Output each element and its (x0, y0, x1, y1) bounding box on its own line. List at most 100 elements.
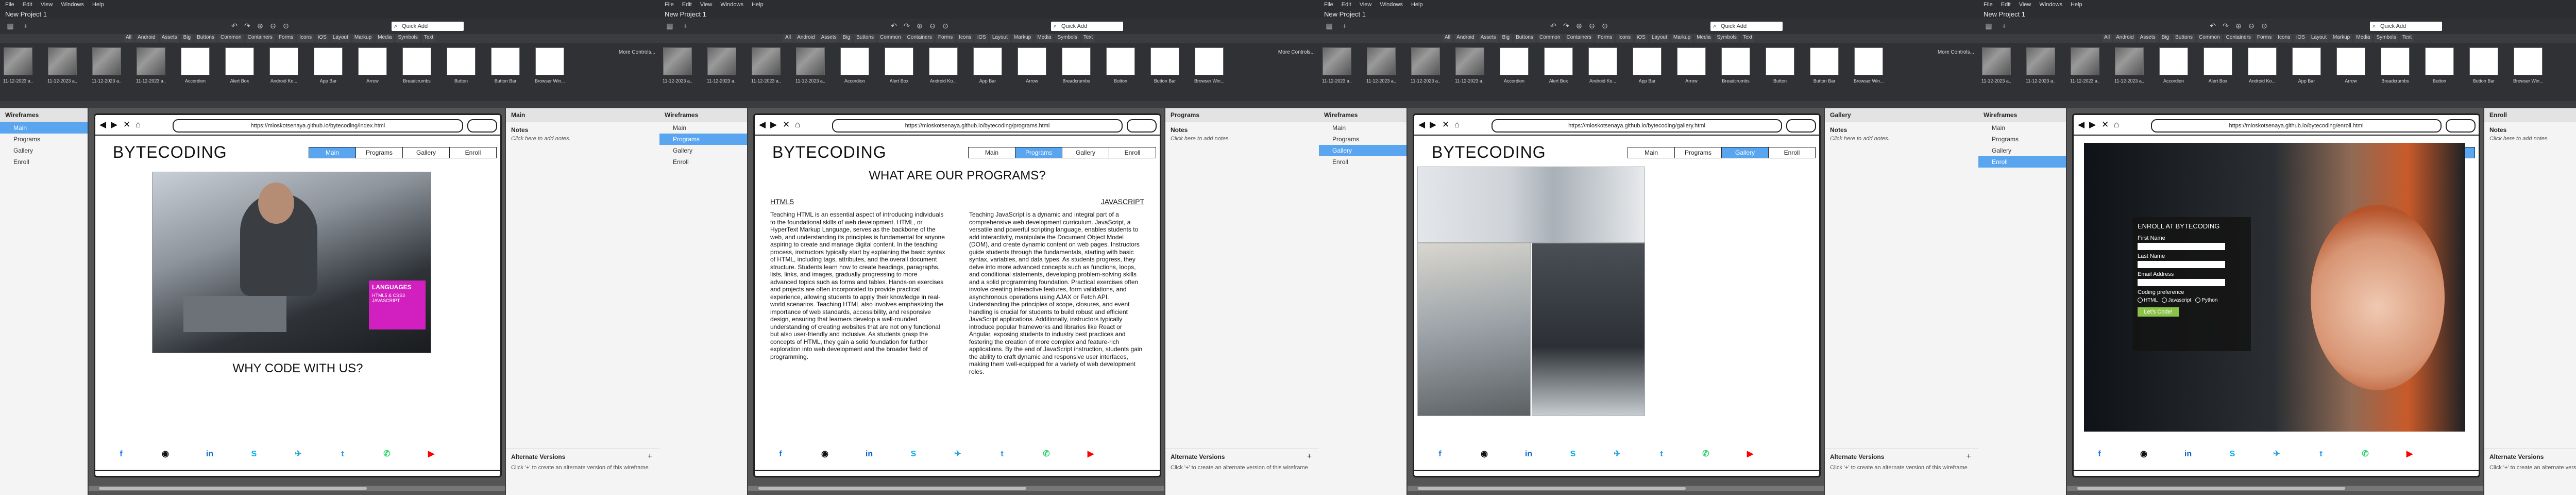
zoom-out-icon[interactable]: ⊖ (1587, 21, 1597, 31)
component-item[interactable]: 11-12-2023 a... (2114, 47, 2144, 89)
whatsapp-icon[interactable]: ✆ (382, 449, 392, 459)
back-icon[interactable]: ◀ (1418, 120, 1425, 130)
library-tab[interactable]: Media (376, 34, 394, 42)
wireframe-item-enroll[interactable]: Enroll (1978, 156, 2066, 168)
library-tab[interactable]: Assets (819, 34, 839, 42)
library-tab[interactable]: Text (1740, 34, 1755, 42)
wireframe-item-programs[interactable]: Programs (1319, 134, 1406, 145)
wireframe-item-enroll[interactable]: Enroll (659, 156, 747, 168)
menu-view[interactable]: View (41, 0, 53, 9)
wireframe-item-gallery[interactable]: Gallery (1978, 145, 2066, 156)
library-tab[interactable]: Android (135, 34, 158, 42)
notes-field[interactable]: Click here to add notes. (1165, 136, 1319, 142)
wireframe-item-enroll[interactable]: Enroll (1319, 156, 1406, 168)
library-tab[interactable]: Containers (905, 34, 934, 42)
menu-view[interactable]: View (2019, 0, 2031, 9)
zoom-in-icon[interactable]: ⊕ (1574, 21, 1584, 31)
more-controls-link[interactable]: More Controls... (1938, 50, 1974, 55)
radio-button[interactable] (2162, 298, 2167, 303)
library-tab[interactable]: Big (1500, 34, 1512, 42)
component-item[interactable]: Accordion (2159, 47, 2189, 89)
component-item[interactable]: Breadcrumbs (1061, 47, 1091, 89)
browser-search-field[interactable] (2446, 119, 2476, 133)
more-controls-link[interactable]: More Controls... (1278, 50, 1315, 55)
grid-icon[interactable]: ▦ (5, 21, 15, 31)
redo-icon[interactable]: ↷ (2221, 21, 2231, 31)
library-tab[interactable]: Icons (1616, 34, 1633, 42)
home-icon[interactable]: ⌂ (2114, 120, 2119, 130)
tab-programs[interactable]: Programs (1675, 147, 1722, 158)
close-icon[interactable]: ✕ (1442, 120, 1449, 130)
email-input[interactable] (2138, 279, 2225, 286)
library-tab[interactable]: Containers (2224, 34, 2253, 42)
library-tab[interactable]: Symbols (1055, 34, 1079, 42)
zoom-out-icon[interactable]: ⊖ (927, 21, 938, 31)
github-icon[interactable]: ◉ (2139, 449, 2149, 459)
component-item[interactable]: Breadcrumbs (402, 47, 432, 89)
component-item[interactable]: Button (1765, 47, 1795, 89)
library-tab[interactable]: All (1443, 34, 1453, 42)
url-field[interactable]: https://mioskotsenaya.github.io/bytecodi… (2151, 119, 2442, 133)
menu-file[interactable]: File (1324, 0, 1333, 9)
library-tab[interactable]: Markup (1671, 34, 1693, 42)
library-tab[interactable]: Containers (245, 34, 275, 42)
wireframe-item-gallery[interactable]: Gallery (1319, 145, 1406, 156)
add-icon[interactable]: + (1999, 21, 2009, 31)
library-tab[interactable]: Text (421, 34, 436, 42)
component-item[interactable]: 11-12-2023 a... (1411, 47, 1440, 89)
tab-gallery[interactable]: Gallery (1062, 147, 1109, 158)
wireframe-item-programs[interactable]: Programs (659, 134, 747, 145)
quick-add-input[interactable]: ⌕ Quick Add (1710, 22, 1783, 31)
wireframe-item-main[interactable]: Main (659, 122, 747, 134)
component-item[interactable]: Arrow (1676, 47, 1706, 89)
notes-field[interactable]: Click here to add notes. (506, 136, 659, 142)
telegram-icon[interactable]: ✈ (293, 449, 303, 459)
component-item[interactable]: 11-12-2023 a... (1366, 47, 1396, 89)
component-item[interactable]: 11-12-2023 a... (3, 47, 33, 89)
library-tab[interactable]: Icons (2276, 34, 2293, 42)
component-item[interactable]: Accordion (840, 47, 870, 89)
url-field[interactable]: https://mioskotsenaya.github.io/bytecodi… (1492, 119, 1782, 133)
library-tab[interactable]: Media (1694, 34, 1713, 42)
component-item[interactable]: Alert Box (1544, 47, 1573, 89)
component-item[interactable]: Button Bar (2469, 47, 2499, 89)
component-item[interactable]: 11-12-2023 a... (2070, 47, 2100, 89)
github-icon[interactable]: ◉ (160, 449, 171, 459)
menu-help[interactable]: Help (92, 0, 104, 9)
component-item[interactable]: Android Ko... (2247, 47, 2277, 89)
library-tab[interactable]: Common (218, 34, 244, 42)
menu-edit[interactable]: Edit (1342, 0, 1351, 9)
linkedin-icon[interactable]: in (1523, 449, 1534, 459)
library-tab[interactable]: Buttons (195, 34, 216, 42)
library-tab[interactable]: All (124, 34, 134, 42)
component-item[interactable]: Browser Win... (1194, 47, 1224, 89)
skype-icon[interactable]: S (1568, 449, 1578, 459)
whatsapp-icon[interactable]: ✆ (2360, 449, 2370, 459)
skype-icon[interactable]: S (908, 449, 919, 459)
tab-enroll[interactable]: Enroll (1109, 147, 1156, 158)
library-tab[interactable]: Forms (1595, 34, 1615, 42)
add-version-icon[interactable]: + (1307, 452, 1312, 461)
menu-help[interactable]: Help (752, 0, 764, 9)
library-tab[interactable]: Forms (936, 34, 955, 42)
component-item[interactable]: Breadcrumbs (2380, 47, 2410, 89)
menu-edit[interactable]: Edit (682, 0, 692, 9)
component-item[interactable]: App Bar (973, 47, 1003, 89)
menu-windows[interactable]: Windows (61, 0, 84, 9)
component-item[interactable]: Button Bar (1150, 47, 1180, 89)
wireframe-item-programs[interactable]: Programs (0, 134, 88, 145)
facebook-icon[interactable]: f (2094, 449, 2105, 459)
twitter-icon[interactable]: t (1656, 449, 1667, 459)
add-icon[interactable]: + (1340, 21, 1350, 31)
library-tab[interactable]: Symbols (2374, 34, 2398, 42)
component-item[interactable]: 11-12-2023 a... (707, 47, 737, 89)
library-tab[interactable]: Markup (2330, 34, 2352, 42)
tab-gallery[interactable]: Gallery (403, 147, 450, 158)
library-tab[interactable]: Containers (1564, 34, 1594, 42)
library-tab[interactable]: Icons (957, 34, 974, 42)
browser-search-field[interactable] (1127, 119, 1157, 133)
library-tab[interactable]: Media (1035, 34, 1054, 42)
close-icon[interactable]: ✕ (123, 120, 130, 130)
component-item[interactable]: Button Bar (490, 47, 520, 89)
first-name-input[interactable] (2138, 243, 2225, 250)
